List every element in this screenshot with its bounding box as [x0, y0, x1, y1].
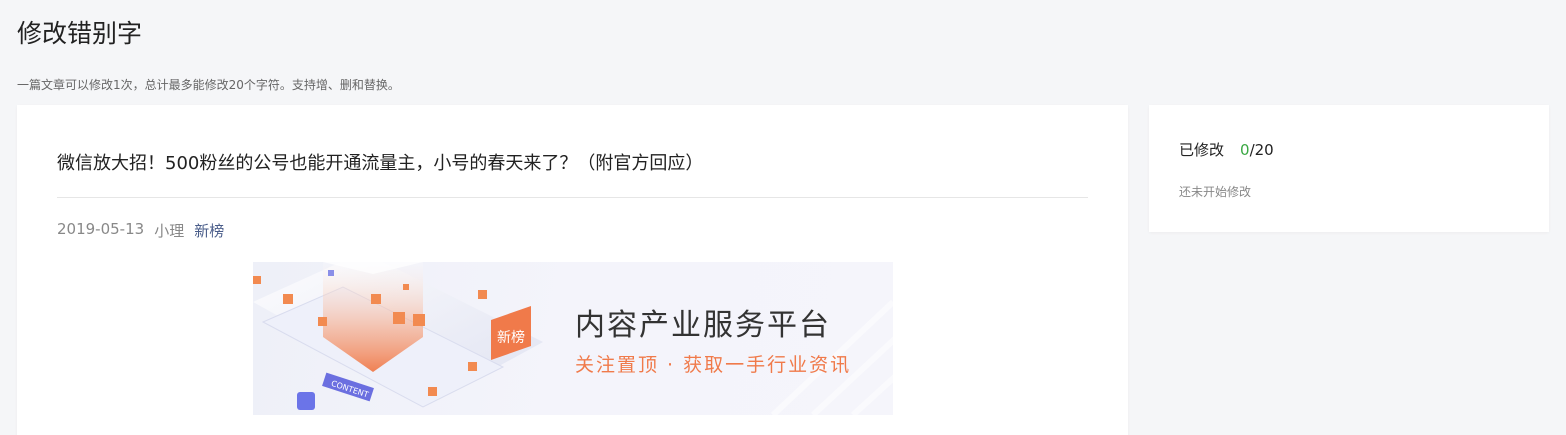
article-author: 小理 — [154, 222, 185, 240]
modification-status: 已修改 0 /20 — [1179, 139, 1274, 160]
status-label: 已修改 — [1179, 141, 1225, 159]
article-date: 2019-05-13 — [57, 220, 145, 238]
article-banner-image: CONTENT 新榜 内容产业服务平台 关注置顶 · 获取一手行业资讯 — [253, 262, 893, 415]
banner-main-text: 内容产业服务平台 — [575, 308, 831, 343]
status-note: 还未开始修改 — [1179, 185, 1252, 199]
article-source-link[interactable]: 新榜 — [194, 220, 224, 241]
modification-total: /20 — [1249, 141, 1274, 159]
page-description: 一篇文章可以修改1次，总计最多能修改20个字符。支持增、删和替换。 — [17, 78, 400, 92]
modification-status-card: 已修改 0 /20 还未开始修改 — [1149, 105, 1549, 232]
article-card: 微信放大招！500粉丝的公号也能开通流量主，小号的春天来了？（附官方回应） 20… — [17, 105, 1128, 435]
modified-count: 0 — [1240, 141, 1250, 159]
banner-logo-text: 新榜 — [497, 329, 525, 346]
banner-sub-text: 关注置顶 · 获取一手行业资讯 — [575, 354, 852, 376]
page-title: 修改错别字 — [17, 19, 143, 48]
article-title: 微信放大招！500粉丝的公号也能开通流量主，小号的春天来了？（附官方回应） — [57, 153, 704, 174]
divider — [57, 197, 1088, 198]
article-meta: 2019-05-13 小理 新榜 — [57, 220, 224, 241]
